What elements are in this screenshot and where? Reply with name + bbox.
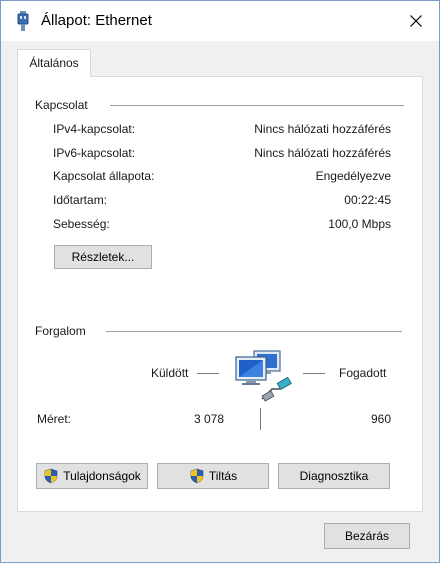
network-adapter-icon (17, 11, 29, 31)
close-window-button[interactable] (393, 1, 439, 41)
connection-section-divider (110, 105, 404, 106)
received-bytes-value: 960 (370, 412, 391, 426)
speed-label: Sebesség: (53, 217, 110, 231)
title-bar: Állapot: Ethernet (1, 1, 439, 41)
sent-bytes-value: 3 078 (193, 412, 224, 426)
size-label: Méret: (37, 412, 72, 426)
disable-button-label: Tiltás (208, 469, 238, 483)
ipv6-value: Nincs hálózati hozzáférés (254, 146, 391, 160)
received-label: Fogadott (339, 366, 387, 380)
disable-button[interactable]: Tiltás (157, 463, 269, 489)
uac-shield-icon (190, 468, 204, 484)
uac-shield-icon (44, 468, 58, 484)
traffic-section-heading: Forgalom (35, 324, 86, 338)
window-title: Állapot: Ethernet (41, 12, 152, 29)
close-button[interactable]: Bezárás (324, 523, 410, 549)
close-icon (410, 15, 422, 27)
duration-label: Időtartam: (53, 193, 108, 207)
ipv6-label: IPv6-kapcsolat: (53, 146, 136, 160)
connection-state-label: Kapcsolat állapota: (53, 169, 155, 183)
diagnose-button[interactable]: Diagnosztika (278, 463, 390, 489)
connection-state-value: Engedélyezve (315, 169, 391, 183)
traffic-section-divider (106, 331, 402, 332)
ipv4-label: IPv4-kapcsolat: (53, 122, 136, 136)
tab-general[interactable]: Általános (17, 49, 91, 77)
sent-label: Küldött (151, 366, 189, 380)
network-activity-icon (235, 350, 292, 402)
properties-button[interactable]: Tulajdonságok (36, 463, 148, 489)
sent-connector-line (197, 373, 219, 374)
details-button[interactable]: Részletek... (54, 245, 152, 269)
traffic-separator (260, 408, 261, 430)
properties-button-label: Tulajdonságok (63, 469, 141, 483)
ipv4-value: Nincs hálózati hozzáférés (254, 122, 391, 136)
general-tab-panel: Kapcsolat IPv4-kapcsolat: Nincs hálózati… (17, 76, 423, 512)
duration-value: 00:22:45 (344, 193, 391, 207)
speed-value: 100,0 Mbps (328, 217, 391, 231)
ethernet-status-window: Állapot: Ethernet Általános Kapcsolat IP… (0, 0, 440, 563)
received-connector-line (303, 373, 325, 374)
connection-section-heading: Kapcsolat (35, 98, 88, 112)
